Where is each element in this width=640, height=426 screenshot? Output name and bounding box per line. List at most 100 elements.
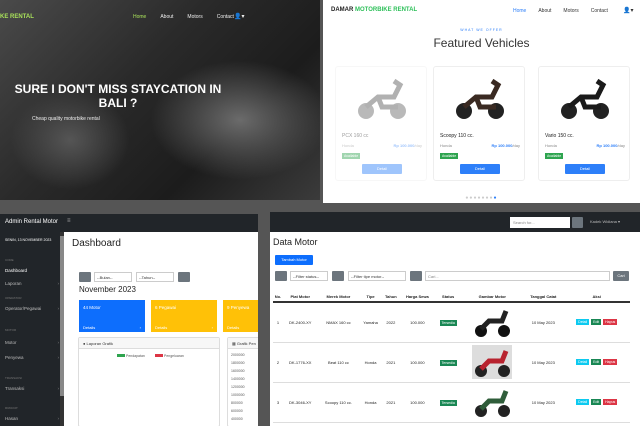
- sidebar-item-dashboard[interactable]: Dashboard: [5, 268, 61, 273]
- data-motor-screenshot: Search for... Kadek Widiana ▾ Data Motor…: [270, 212, 640, 426]
- sidebar-group-transaksi: TRANSAKSI: [5, 376, 23, 380]
- table-row: 1 DK-2400-XY NMAX 160 cc Yamaha 2022 100.000 …: [273, 302, 630, 343]
- year-select[interactable]: --Tahun--: [136, 272, 174, 282]
- dashboard-screenshot: Admin Rental Motor ≡ SENIN, 13 NOVEMBER …: [0, 214, 258, 426]
- search-field[interactable]: Cari...: [425, 271, 610, 281]
- vehicles-brand[interactable]: DAMAR MOTORBIKE RENTAL: [331, 7, 417, 13]
- sidebar-item-motor[interactable]: Motor ›: [5, 340, 61, 345]
- hero-brand[interactable]: KE RENTAL: [0, 14, 34, 20]
- vehicle-name: Scoopy 110 cc.: [440, 133, 474, 139]
- grafik-header: ▦ Grafik Pen: [228, 338, 258, 349]
- edit-button[interactable]: Edit: [591, 399, 602, 405]
- vehicle-card: PCX 160 cc Honda Rp 100.000/day Available…: [335, 66, 427, 181]
- app-title[interactable]: Admin Rental Motor: [5, 219, 58, 225]
- stat-tile-motor[interactable]: 44 Motor Details ›: [79, 300, 145, 332]
- stat-tile-pegawai[interactable]: 6 Pegawai Details ›: [151, 300, 217, 332]
- sidebar-date: SENIN, 13 NOVEMBER 2023: [5, 238, 52, 242]
- search-button[interactable]: Cari: [613, 271, 629, 281]
- status-badge: Available: [440, 153, 459, 159]
- vehicles-nav-contact[interactable]: Contact: [591, 8, 608, 14]
- chevron-right-icon: ›: [139, 325, 141, 330]
- user-icon[interactable]: 👤▾: [234, 13, 244, 20]
- y-tick: 1200000: [231, 385, 245, 389]
- legend-pengeluaran: Pengeluaran: [155, 354, 184, 358]
- scooter-image: [561, 78, 609, 119]
- carousel-dots[interactable]: ●●●●●●●●: [323, 195, 640, 201]
- scooter-image: [358, 78, 406, 119]
- vehicle-meta: Honda Rp 100.000/day: [545, 143, 625, 148]
- search-icon[interactable]: [572, 217, 583, 228]
- delete-button[interactable]: Hapus: [603, 319, 618, 326]
- sidebar-group-core: CORE: [5, 258, 14, 262]
- sidebar-group-riwayat: RIWAYAT: [5, 406, 18, 410]
- detail-button[interactable]: Detail: [576, 319, 590, 326]
- add-motor-button[interactable]: Tambah Motor: [275, 255, 313, 265]
- vehicles-screenshot: DAMAR MOTORBIKE RENTAL Home About Motors…: [323, 0, 640, 203]
- motor-image: [472, 345, 513, 379]
- type-filter-select[interactable]: --Filter tipe motor--: [348, 271, 406, 281]
- delete-button[interactable]: Hapus: [603, 359, 618, 365]
- vehicles-nav-motors[interactable]: Motors: [563, 8, 578, 14]
- dashboard-topbar: Admin Rental Motor ≡: [0, 214, 258, 232]
- period-label: November 2023: [79, 285, 136, 294]
- sidebar: SENIN, 13 NOVEMBER 2023 CORE Dashboard L…: [0, 232, 64, 426]
- menu-toggle-icon[interactable]: ≡: [67, 218, 71, 224]
- page-title: Dashboard: [72, 238, 121, 249]
- hero-nav-motors[interactable]: Motors: [187, 14, 202, 20]
- chevron-right-icon: ›: [57, 340, 60, 345]
- sidebar-item-laporan[interactable]: Laporan ›: [5, 281, 61, 286]
- vehicles-nav-about[interactable]: About: [538, 8, 551, 14]
- y-tick: 1600000: [231, 369, 245, 373]
- refresh-button[interactable]: [79, 272, 91, 282]
- data-topbar: Search for... Kadek Widiana ▾: [270, 212, 640, 232]
- table-row: 3 DK-3046-XY Scoopy 110 cc. Honda 2021 100.00…: [273, 382, 630, 423]
- vehicles-nav-home[interactable]: Home: [513, 8, 526, 14]
- hero-subtitle: Cheap quality motorbike rental: [32, 116, 100, 122]
- status-badge: Tersedia: [439, 359, 457, 366]
- filter-button[interactable]: [178, 272, 190, 282]
- sidebar-item-hasan[interactable]: Hasan ›: [5, 416, 61, 421]
- vehicle-card: Scoopy 110 cc. Honda Rp 100.000/day Avail…: [433, 66, 525, 181]
- chevron-right-icon: ›: [211, 325, 213, 330]
- detail-button[interactable]: Detail: [362, 164, 402, 174]
- status-filter-select[interactable]: --Filter status--: [290, 271, 328, 281]
- status-badge: Tersedia: [439, 319, 457, 326]
- hero-nav-about[interactable]: About: [160, 14, 173, 20]
- laporan-card: ● Laporan Grafik Pendapatan Pengeluaran: [78, 337, 220, 426]
- detail-button[interactable]: Detail: [576, 359, 590, 365]
- stat-tile-penyewa[interactable]: 9 Penyewa Details: [223, 300, 258, 332]
- chevron-right-icon: ›: [57, 416, 60, 421]
- hero-nav-home[interactable]: Home: [133, 14, 146, 20]
- filter-button[interactable]: [410, 271, 422, 281]
- vehicle-card: Vario 150 cc. Honda Rp 100.000/day Availa…: [538, 66, 630, 181]
- filter-button[interactable]: [332, 271, 344, 281]
- hero-title: SURE I DON'T MISS STAYCATION IN BALI ?: [14, 82, 222, 110]
- detail-button[interactable]: Detail: [576, 399, 590, 405]
- vehicle-meta: Honda Rp 100.000/day: [342, 143, 422, 148]
- sidebar-item-penyewa[interactable]: Penyewa ›: [5, 355, 61, 360]
- sidebar-item-operator[interactable]: Operator/Pegawai ›: [5, 306, 61, 311]
- motor-image: [475, 390, 511, 417]
- hero-screenshot: KE RENTAL Home About Motors Contact 👤▾ S…: [0, 0, 320, 200]
- detail-button[interactable]: Detail: [460, 164, 500, 174]
- user-icon[interactable]: 👤▾: [623, 7, 633, 14]
- search-input[interactable]: Search for...: [510, 217, 570, 228]
- vehicle-name: Vario 150 cc.: [545, 133, 574, 139]
- sidebar-item-transaksi[interactable]: Transaksi ›: [5, 386, 61, 391]
- hero-nav-contact[interactable]: Contact: [217, 14, 234, 20]
- y-tick: 2000000: [231, 353, 245, 357]
- month-select[interactable]: --Bulan--: [94, 272, 132, 282]
- refresh-button[interactable]: [275, 271, 287, 281]
- vehicles-eyebrow: WHAT WE OFFER: [460, 28, 503, 32]
- motor-image: [475, 310, 511, 338]
- y-tick: 1400000: [231, 377, 245, 381]
- user-menu[interactable]: Kadek Widiana ▾: [590, 219, 620, 224]
- vehicles-nav: Home About Motors Contact: [513, 8, 608, 14]
- legend-pendapatan: Pendapatan: [117, 354, 145, 358]
- edit-button[interactable]: Edit: [591, 319, 602, 326]
- detail-button[interactable]: Detail: [565, 164, 605, 174]
- vehicles-heading: Featured Vehicles: [433, 36, 530, 50]
- edit-button[interactable]: Edit: [591, 359, 602, 365]
- hero-background: [150, 60, 320, 180]
- delete-button[interactable]: Hapus: [603, 399, 618, 405]
